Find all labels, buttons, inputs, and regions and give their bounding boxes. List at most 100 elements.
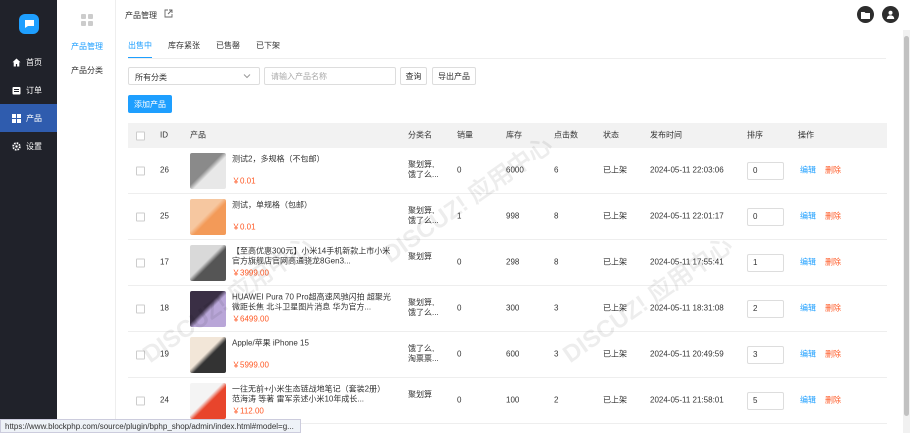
table-row: 18 HUAWEI Pura 70 Pro超高速风驰闪拍 超聚光微距长焦 北斗卫星… [128, 286, 887, 332]
export-products-button[interactable]: 导出产品 [432, 67, 476, 85]
gear-icon [12, 141, 21, 151]
product-clicks: 8 [554, 211, 559, 221]
product-sales: 0 [457, 165, 462, 175]
product-id: 19 [160, 349, 169, 359]
sort-order-input[interactable]: 1 [747, 253, 784, 272]
edit-link[interactable]: 编辑 [800, 211, 816, 222]
product-name[interactable]: HUAWEI Pura 70 Pro超高速风驰闪拍 超聚光微距长焦 北斗卫星图片… [232, 292, 392, 314]
nav-item-home[interactable]: 首页 [0, 48, 57, 76]
product-publish-time: 2024-05-11 17:55:41 [650, 257, 724, 267]
sub-sidebar: 产品管理 产品分类 [57, 0, 116, 433]
select-all-checkbox[interactable] [136, 131, 145, 140]
delete-link[interactable]: 删除 [825, 165, 841, 176]
nav-label: 订单 [26, 85, 42, 95]
edit-link[interactable]: 编辑 [800, 395, 816, 406]
product-clicks: 3 [554, 303, 559, 313]
column-header-stock: 库存 [506, 130, 522, 140]
row-checkbox[interactable] [136, 304, 145, 313]
subnav-item-product-category[interactable]: 产品分类 [71, 65, 103, 76]
product-thumbnail[interactable] [190, 382, 226, 419]
sort-order-input[interactable]: 3 [747, 345, 784, 364]
row-checkbox[interactable] [136, 212, 145, 221]
product-status: 已上架 [603, 257, 627, 267]
product-thumbnail[interactable] [190, 290, 226, 327]
product-clicks: 8 [554, 257, 559, 267]
product-thumbnail[interactable] [190, 336, 226, 373]
sort-order-input[interactable]: 0 [747, 207, 784, 226]
product-name[interactable]: 测试2，多规格（不包邮） [232, 154, 392, 176]
nav-item-settings[interactable]: 设置 [0, 132, 57, 160]
app-logo[interactable] [19, 14, 39, 34]
order-icon [12, 86, 21, 95]
table-header: ID 产品 分类名 销量 库存 点击数 状态 发布时间 排序 操作 [128, 123, 887, 148]
product-name[interactable]: 一往无前+小米生态链战地笔记（套装2册） 范海涛 等著 雷军亲述小米10年成长.… [232, 384, 392, 406]
tab-sold-out[interactable]: 已售罄 [216, 38, 240, 59]
product-table: ID 产品 分类名 销量 库存 点击数 状态 发布时间 排序 操作 26 测试2，… [128, 123, 887, 424]
product-name[interactable]: 【至高优惠300元】小米14手机新款上市小米官方旗舰店官网高通骁龙8Gen3..… [232, 246, 392, 268]
column-header-sales: 销量 [457, 130, 473, 140]
edit-link[interactable]: 编辑 [800, 349, 816, 360]
browser-status-url: https://www.blockphp.com/source/plugin/b… [0, 419, 301, 433]
column-header-actions: 操作 [798, 130, 814, 140]
product-id: 24 [160, 395, 169, 405]
scrollbar-thumb[interactable] [904, 36, 909, 416]
tabs-divider [128, 58, 886, 59]
product-stock: 600 [506, 349, 520, 359]
user-avatar-button[interactable] [882, 6, 899, 23]
column-header-category: 分类名 [408, 130, 432, 140]
product-price: ￥6499.00 [232, 314, 269, 324]
product-search-input[interactable] [264, 67, 396, 85]
sort-order-input[interactable]: 2 [747, 299, 784, 318]
delete-link[interactable]: 删除 [825, 395, 841, 406]
product-stock: 298 [506, 257, 520, 267]
edit-link[interactable]: 编辑 [800, 303, 816, 314]
column-header-publish-time: 发布时间 [650, 130, 682, 140]
product-status: 已上架 [603, 349, 627, 359]
row-checkbox[interactable] [136, 258, 145, 267]
folder-icon [861, 11, 870, 19]
delete-link[interactable]: 删除 [825, 211, 841, 222]
delete-link[interactable]: 删除 [825, 257, 841, 268]
product-thumbnail[interactable] [190, 244, 226, 281]
nav-item-orders[interactable]: 订单 [0, 76, 57, 104]
tab-low-stock[interactable]: 库存紧张 [168, 38, 200, 59]
edit-link[interactable]: 编辑 [800, 165, 816, 176]
column-header-clicks: 点击数 [554, 130, 578, 140]
product-info: 【至高优惠300元】小米14手机新款上市小米官方旗舰店官网高通骁龙8Gen3..… [232, 246, 392, 279]
folder-button[interactable] [857, 6, 874, 23]
column-header-status: 状态 [603, 130, 619, 140]
sort-order-input[interactable]: 0 [747, 161, 784, 180]
row-checkbox[interactable] [136, 350, 145, 359]
product-name[interactable]: 测试，单规格（包邮） [232, 200, 392, 222]
product-thumbnail[interactable] [190, 152, 226, 189]
sort-order-input[interactable]: 5 [747, 391, 784, 410]
product-category: 聚划算 [408, 251, 432, 261]
category-select[interactable]: 所有分类 [128, 67, 260, 85]
external-link-icon[interactable] [164, 9, 173, 18]
row-checkbox[interactable] [136, 396, 145, 405]
product-info: 测试2，多规格（不包邮） ￥0.01 [232, 154, 392, 187]
product-publish-time: 2024-05-11 21:58:01 [650, 395, 724, 405]
page-title: 产品管理 [125, 11, 157, 20]
nav-item-products[interactable]: 产品 [0, 104, 57, 132]
product-stock: 300 [506, 303, 520, 313]
product-status: 已上架 [603, 165, 627, 175]
apps-grid-icon[interactable] [81, 14, 93, 26]
tab-off-shelf[interactable]: 已下架 [256, 38, 280, 59]
query-button[interactable]: 查询 [400, 67, 427, 85]
category-select-value: 所有分类 [135, 73, 167, 82]
subnav-item-product-manage[interactable]: 产品管理 [71, 41, 103, 52]
vertical-scrollbar[interactable] [903, 30, 910, 433]
add-product-button[interactable]: 添加产品 [128, 95, 172, 113]
edit-link[interactable]: 编辑 [800, 257, 816, 268]
row-checkbox[interactable] [136, 166, 145, 175]
product-publish-time: 2024-05-11 18:31:08 [650, 303, 724, 313]
product-name[interactable]: Apple/苹果 iPhone 15 [232, 338, 392, 360]
product-publish-time: 2024-05-11 22:03:06 [650, 165, 724, 175]
delete-link[interactable]: 删除 [825, 349, 841, 360]
product-publish-time: 2024-05-11 20:49:59 [650, 349, 724, 359]
top-header: 产品管理 [116, 0, 910, 30]
delete-link[interactable]: 删除 [825, 303, 841, 314]
tab-on-sale[interactable]: 出售中 [128, 38, 152, 59]
product-thumbnail[interactable] [190, 198, 226, 235]
